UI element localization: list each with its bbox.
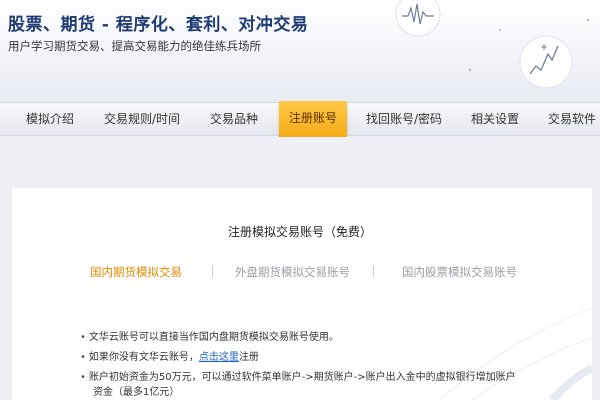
note-text: 账户初始资金为50万元，可以通过软件菜单账户->期货账户->账户出入金中的虚拟银… — [88, 372, 516, 383]
nav-item-recover[interactable]: 找回账号/密码 — [366, 103, 442, 135]
bullet-icon: • — [80, 372, 86, 383]
nav-item-settings[interactable]: 相关设置 — [471, 103, 519, 135]
card-decoration — [441, 307, 592, 400]
register-title: 注册模拟交易账号（免费） — [227, 225, 372, 239]
main-nav: 模拟介绍 交易规则/时间 交易品种 注册账号 找回账号/密码 相关设置 交易软件 — [0, 101, 600, 141]
note-text-continued: 资金（最多1亿元） — [93, 387, 180, 398]
note-text: 注册 — [238, 352, 259, 363]
banner-title: 股票、期货 - 程序化、套利、对冲交易 — [8, 15, 309, 35]
nav-item-rules[interactable]: 交易规则/时间 — [104, 103, 180, 135]
banner-subtitle: 用户学习期货交易、提高交易能力的绝佳练兵场所 — [8, 39, 261, 53]
nav-item-software[interactable]: 交易软件 — [548, 103, 596, 135]
note-text: 文华云账号可以直接当作国内盘期货模拟交易账号使用。 — [88, 332, 339, 343]
tab-domestic-futures[interactable]: 国内期货模拟交易 — [90, 264, 182, 280]
nav-item-register[interactable]: 注册账号 — [279, 101, 348, 141]
note-item-register-link: • 如果你没有文华云账号，点击这里注册 — [80, 348, 259, 363]
tab-divider — [212, 265, 213, 277]
bullet-icon: • — [80, 352, 86, 363]
tab-foreign-futures[interactable]: 外盘期货模拟交易账号 — [235, 264, 350, 280]
bullet-icon: • — [80, 332, 86, 343]
tab-divider — [373, 265, 374, 277]
tab-domestic-stocks[interactable]: 国内股票模拟交易账号 — [402, 264, 517, 280]
note-item-cloud-account: • 文华云账号可以直接当作国内盘期货模拟交易账号使用。 — [80, 328, 339, 343]
nav-item-varieties[interactable]: 交易品种 — [210, 103, 258, 135]
header-banner: 股票、期货 - 程序化、套利、对冲交易 用户学习期货交易、提高交易能力的绝佳练兵… — [0, 0, 600, 102]
register-here-link[interactable]: 点击这里 — [199, 352, 239, 363]
note-item-initial-funds: • 账户初始资金为50万元，可以通过软件菜单账户->期货账户->账户出入金中的虚拟… — [80, 368, 516, 383]
note-text: 如果你没有文华云账号， — [88, 352, 199, 363]
nav-item-intro[interactable]: 模拟介绍 — [26, 103, 74, 135]
